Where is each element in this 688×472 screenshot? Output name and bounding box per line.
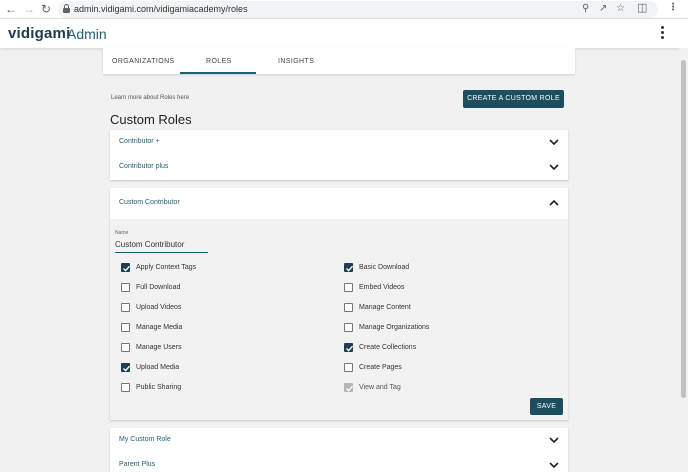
vidigami-logo[interactable]: vidigami: [8, 25, 70, 42]
checkmark-icon: [346, 265, 354, 272]
permission-item[interactable]: Create Pages: [344, 363, 544, 373]
permission-label: View and Tag: [359, 384, 401, 391]
permission-label: Create Pages: [359, 364, 402, 371]
checkbox-unchecked[interactable]: [344, 363, 353, 372]
permission-item[interactable]: Manage Organizations: [344, 323, 544, 333]
app-header: vidigami Admin: [0, 19, 688, 48]
role-accordion-contributor-plus[interactable]: Contributor plus: [110, 155, 568, 180]
forward-icon[interactable]: →: [22, 2, 36, 16]
share-icon[interactable]: ↗: [599, 3, 607, 15]
lock-icon: [63, 4, 70, 13]
permission-item[interactable]: Full Download: [121, 283, 321, 293]
checkbox-unchecked[interactable]: [344, 323, 353, 332]
checkbox-checked[interactable]: [121, 363, 131, 372]
permission-item[interactable]: Embed Videos: [344, 283, 544, 293]
role-name: Contributor +: [119, 138, 160, 145]
name-field-label: Name: [115, 230, 129, 236]
side-panel-icon[interactable]: ◫: [637, 2, 647, 14]
checkbox-checked: [344, 383, 354, 392]
role-accordion-my-custom-role[interactable]: My Custom Role: [110, 428, 568, 453]
permission-label: Embed Videos: [359, 284, 405, 291]
page-scrollbar[interactable]: [679, 48, 688, 472]
checkmark-icon: [123, 265, 131, 272]
checkmark-icon: [346, 345, 354, 352]
role-name: Custom Contributor: [119, 199, 180, 206]
bookmark-star-icon[interactable]: ☆: [616, 3, 625, 15]
checkbox-checked[interactable]: [121, 263, 131, 272]
permission-item[interactable]: Apply Context Tags: [121, 263, 321, 273]
permission-item[interactable]: Manage Content: [344, 303, 544, 313]
role-accordion-header[interactable]: Custom Contributor: [110, 188, 568, 219]
learn-more-link[interactable]: Learn more about Roles here: [111, 95, 189, 101]
browser-toolbar: ← → ↻ admin.vidigami.com/vidigamiacademy…: [0, 0, 688, 19]
checkbox-unchecked[interactable]: [121, 303, 130, 312]
permission-item[interactable]: Upload Videos: [121, 303, 321, 313]
checkbox-unchecked[interactable]: [121, 343, 130, 352]
permission-label: Create Collections: [359, 344, 417, 351]
permission-item[interactable]: Manage Media: [121, 323, 321, 333]
permission-label: Manage Users: [136, 344, 182, 351]
checkbox-unchecked[interactable]: [121, 283, 130, 292]
checkmark-icon: [346, 385, 354, 392]
page-title: Custom Roles: [110, 112, 192, 127]
reload-icon[interactable]: ↻: [39, 2, 53, 16]
permission-item[interactable]: View and Tag: [344, 383, 544, 393]
role-accordion-parent-plus[interactable]: Parent Plus: [110, 453, 568, 472]
role-accordion-contributor-plus-sign[interactable]: Contributor +: [110, 130, 568, 155]
tab-roles[interactable]: ROLES: [206, 58, 232, 65]
app-name: Admin: [67, 26, 107, 42]
role-accordion-custom-contributor: Custom Contributor Name Custom Contribut…: [110, 188, 568, 420]
permission-item[interactable]: Basic Download: [344, 263, 544, 273]
create-custom-role-button[interactable]: CREATE A CUSTOM ROLE: [463, 90, 564, 108]
tab-insights[interactable]: INSIGHTS: [278, 58, 314, 65]
checkbox-unchecked[interactable]: [121, 383, 130, 392]
browser-menu-icon[interactable]: ⋮: [668, 2, 678, 14]
permission-label: Full Download: [136, 284, 181, 291]
address-bar[interactable]: admin.vidigami.com/vidigamiacademy/roles…: [58, 1, 658, 18]
chevron-down-icon[interactable]: [549, 137, 559, 147]
permission-label: Basic Download: [359, 264, 410, 271]
permission-label: Manage Content: [359, 304, 411, 311]
permission-item[interactable]: Manage Users: [121, 343, 321, 353]
role-name: Contributor plus: [119, 163, 169, 170]
permission-label: Manage Organizations: [359, 324, 430, 331]
role-name-input[interactable]: Custom Contributor: [115, 238, 208, 253]
permission-item[interactable]: Create Collections: [344, 343, 544, 353]
permission-label: Upload Videos: [136, 304, 182, 311]
checkbox-checked[interactable]: [344, 343, 354, 352]
scrollbar-thumb[interactable]: [681, 60, 686, 398]
chevron-down-icon[interactable]: [549, 435, 559, 445]
permission-label: Public Sharing: [136, 384, 182, 391]
chevron-up-icon[interactable]: [549, 198, 559, 208]
chevron-down-icon[interactable]: [549, 460, 559, 470]
permission-item[interactable]: Public Sharing: [121, 383, 321, 393]
tab-bar: ORGANIZATIONS ROLES INSIGHTS: [103, 48, 575, 74]
tab-organizations[interactable]: ORGANIZATIONS: [112, 58, 175, 65]
role-name: Parent Plus: [119, 461, 156, 468]
checkbox-unchecked[interactable]: [344, 303, 353, 312]
checkbox-checked[interactable]: [344, 263, 354, 272]
permission-item[interactable]: Upload Media: [121, 363, 321, 373]
role-name: My Custom Role: [119, 436, 171, 443]
url-text: admin.vidigami.com/vidigamiacademy/roles: [74, 4, 248, 14]
checkbox-unchecked[interactable]: [121, 323, 130, 332]
save-button[interactable]: SAVE: [530, 398, 563, 415]
checkbox-unchecked[interactable]: [344, 283, 353, 292]
active-tab-indicator: [180, 72, 256, 74]
zoom-icon[interactable]: ⚲: [582, 3, 589, 15]
checkmark-icon: [123, 365, 131, 372]
permission-label: Upload Media: [136, 364, 180, 371]
chevron-down-icon[interactable]: [549, 162, 559, 172]
more-options-icon[interactable]: [657, 26, 667, 41]
permission-label: Apply Context Tags: [136, 264, 197, 271]
permission-label: Manage Media: [136, 324, 183, 331]
back-icon[interactable]: ←: [4, 2, 18, 16]
